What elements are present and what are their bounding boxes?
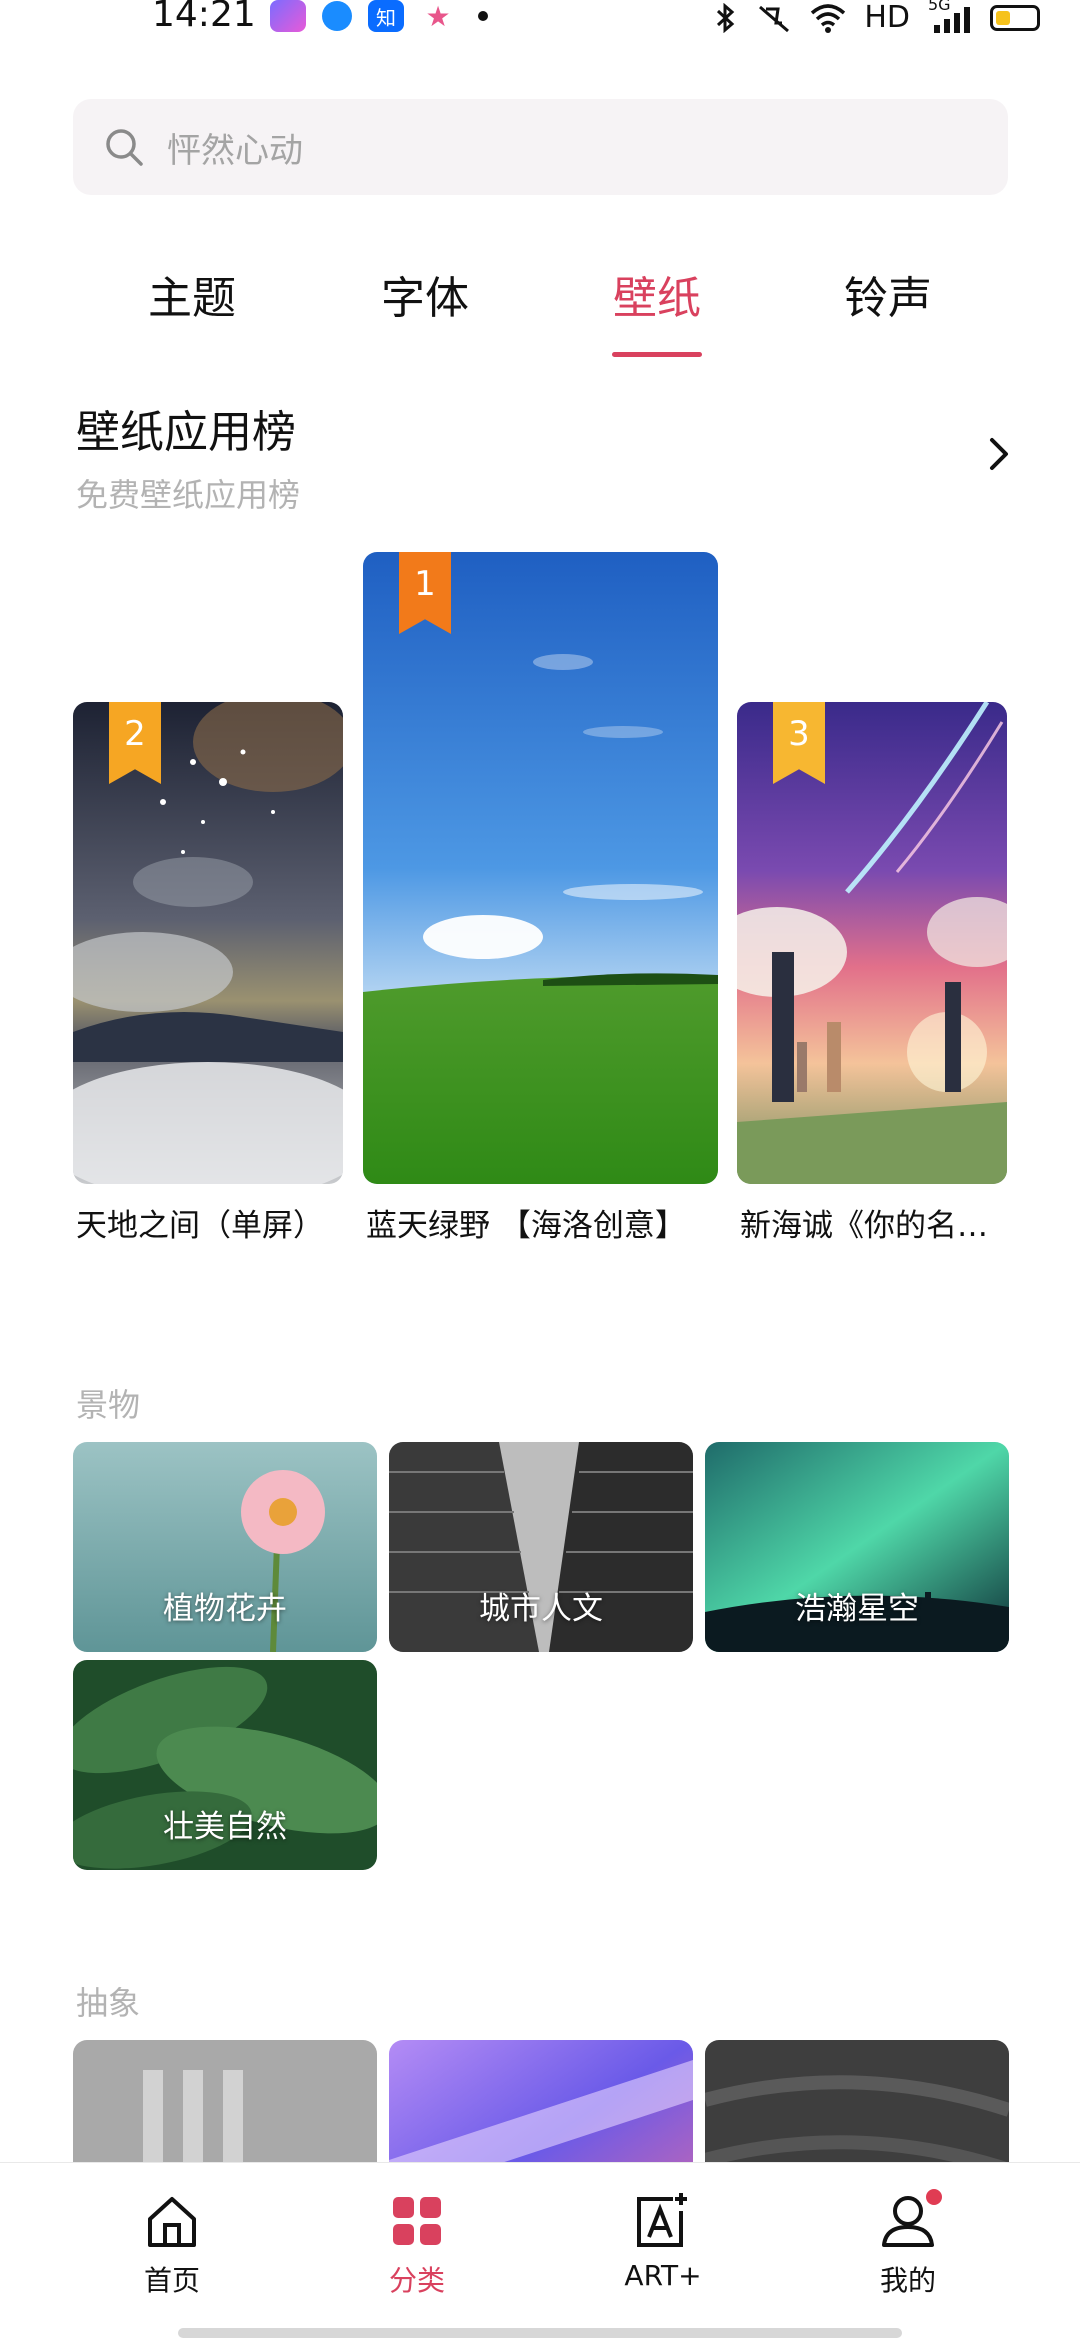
notification-badge [926,2189,942,2205]
tile-plants-flowers[interactable]: 植物花卉 [73,1442,377,1652]
category-title-scenery: 景物 [76,1386,141,1424]
wallpaper-name[interactable]: 蓝天绿野 【海洛创意】 [366,1200,718,1245]
more-notifications-dot [478,11,488,21]
nav-profile[interactable]: 我的 [828,2189,988,2299]
bottom-nav: 首页 分类 ART+ 我的 [0,2162,1080,2340]
nav-label: 分类 [388,2264,445,2297]
tab-ringtone[interactable]: 铃声 [798,262,978,326]
category-tabs: 主题 字体 壁纸 铃声 [0,262,1080,362]
star-app-icon: ★ [425,0,451,33]
network-type: 5G [928,0,951,14]
ranking-card-2[interactable]: 2 [73,702,343,1184]
mute-icon [759,5,790,32]
search-placeholder: 怦然心动 [167,131,303,171]
search-bar[interactable]: 怦然心动 [73,99,1008,195]
status-indicators: HD 5G [714,0,1040,35]
tile-label: 城市人文 [479,1591,603,1627]
tile-label: 浩瀚星空 [795,1591,919,1627]
active-tab-indicator [612,352,702,357]
tile-label: 植物花卉 [163,1591,287,1627]
home-icon [148,2197,196,2247]
tab-theme[interactable]: 主题 [102,262,282,326]
wallpaper-name[interactable]: 新海诚《你的名… [740,1200,1010,1245]
status-bar: 14:21 知 ★ HD 5G [0,0,1080,40]
nav-home[interactable]: 首页 [92,2191,252,2299]
tile-majestic-nature[interactable]: 壮美自然 [73,1660,377,1870]
wallpaper-thumbnail [363,552,718,1184]
app-notification-icon [270,0,306,32]
ranking-card-1[interactable]: 1 [363,552,718,1184]
nav-label: 我的 [879,2264,936,2297]
tab-wallpaper[interactable]: 壁纸 [567,262,747,326]
home-indicator[interactable] [178,2328,902,2338]
wallpaper-name[interactable]: 天地之间（单屏） [76,1200,346,1245]
network-label: HD [864,0,910,35]
ranking-title: 壁纸应用榜 [76,407,296,458]
tab-font[interactable]: 字体 [335,262,515,326]
status-app-icons: 知 ★ [270,0,488,33]
category-title-abstract: 抽象 [76,1984,141,2022]
chevron-right-icon[interactable] [986,436,1012,472]
zhihu-icon: 知 [368,0,404,32]
bluetooth-icon [717,2,735,33]
battery-icon [990,4,1040,31]
nav-art-plus[interactable]: ART+ [583,2191,743,2292]
tile-city-culture[interactable]: 城市人文 [389,1442,693,1652]
art-plus-icon [637,2193,687,2247]
category-grid-icon [393,2197,441,2245]
nav-label: 首页 [143,2264,200,2297]
ranking-subtitle: 免费壁纸应用榜 [76,476,301,514]
tile-starry-sky[interactable]: 浩瀚星空 [705,1442,1009,1652]
wifi-icon [811,3,846,33]
nav-category[interactable]: 分类 [337,2191,497,2299]
app-notification-icon [322,1,352,31]
signal-icon: 5G [928,0,972,33]
nav-label: ART+ [624,2259,702,2292]
status-time: 14:21 [152,0,256,35]
ranking-card-3[interactable]: 3 [737,702,1007,1184]
search-icon [106,129,143,166]
tile-label: 壮美自然 [163,1809,287,1845]
